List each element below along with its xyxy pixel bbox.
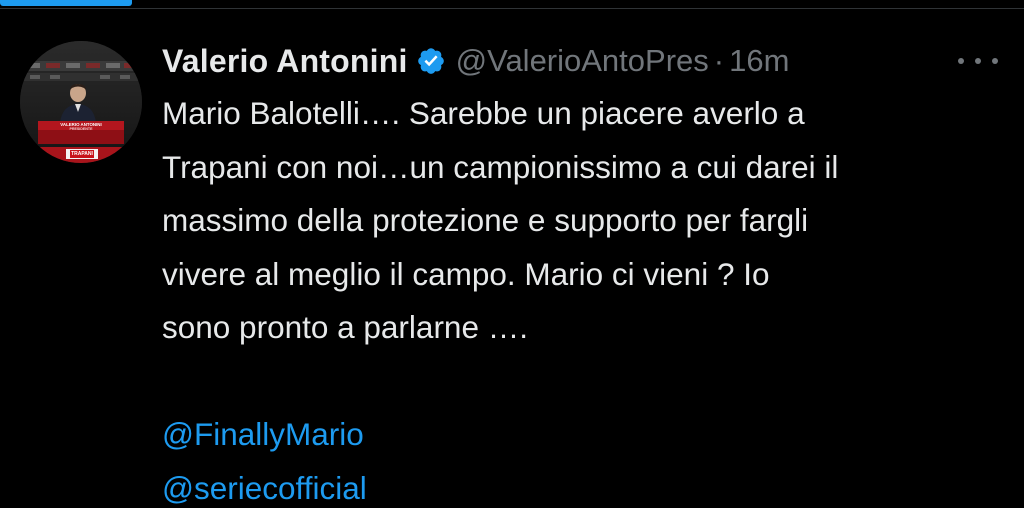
tweet[interactable]: VALERIO ANTONINI PRESIDENTE TRAPANI Vale…	[0, 9, 1024, 508]
more-dots-icon[interactable]	[958, 49, 998, 73]
tweet-text-line: massimo della protezione e supporto per …	[162, 202, 809, 238]
tweet-text-line: Mario Balotelli…. Sarebbe un piacere ave…	[162, 95, 805, 131]
tweet-text-line: vivere al meglio il campo. Mario ci vien…	[162, 255, 770, 292]
avatar-caption: VALERIO ANTONINI PRESIDENTE	[20, 122, 142, 132]
separator-dot: ·	[713, 43, 725, 78]
mention-link[interactable]: @FinallyMario	[162, 416, 364, 452]
avatar-caption-role: PRESIDENTE	[69, 127, 93, 131]
verified-badge-icon	[416, 46, 446, 76]
mention-link[interactable]: @seriecofficial	[162, 470, 367, 506]
avatar[interactable]: VALERIO ANTONINI PRESIDENTE TRAPANI	[20, 41, 142, 163]
display-name[interactable]: Valerio Antonini	[162, 43, 408, 80]
tweet-body: Valerio Antonini @ValerioAntoPres · 16m …	[162, 39, 1002, 508]
avatar-image	[20, 41, 142, 163]
active-tab-indicator	[0, 0, 132, 6]
tweet-text-line: Trapani con noi…un campionissimo a cui d…	[162, 148, 839, 185]
tweet-header: Valerio Antonini @ValerioAntoPres · 16m	[162, 39, 1002, 83]
handle[interactable]: @ValerioAntoPres	[456, 43, 709, 79]
avatar-logo-text: TRAPANI	[71, 151, 93, 157]
timestamp[interactable]: 16m	[729, 43, 789, 79]
tweet-text-line: sono pronto a parlarne ….	[162, 309, 528, 345]
tweet-text: Mario Balotelli…. Sarebbe un piacere ave…	[162, 87, 1002, 508]
